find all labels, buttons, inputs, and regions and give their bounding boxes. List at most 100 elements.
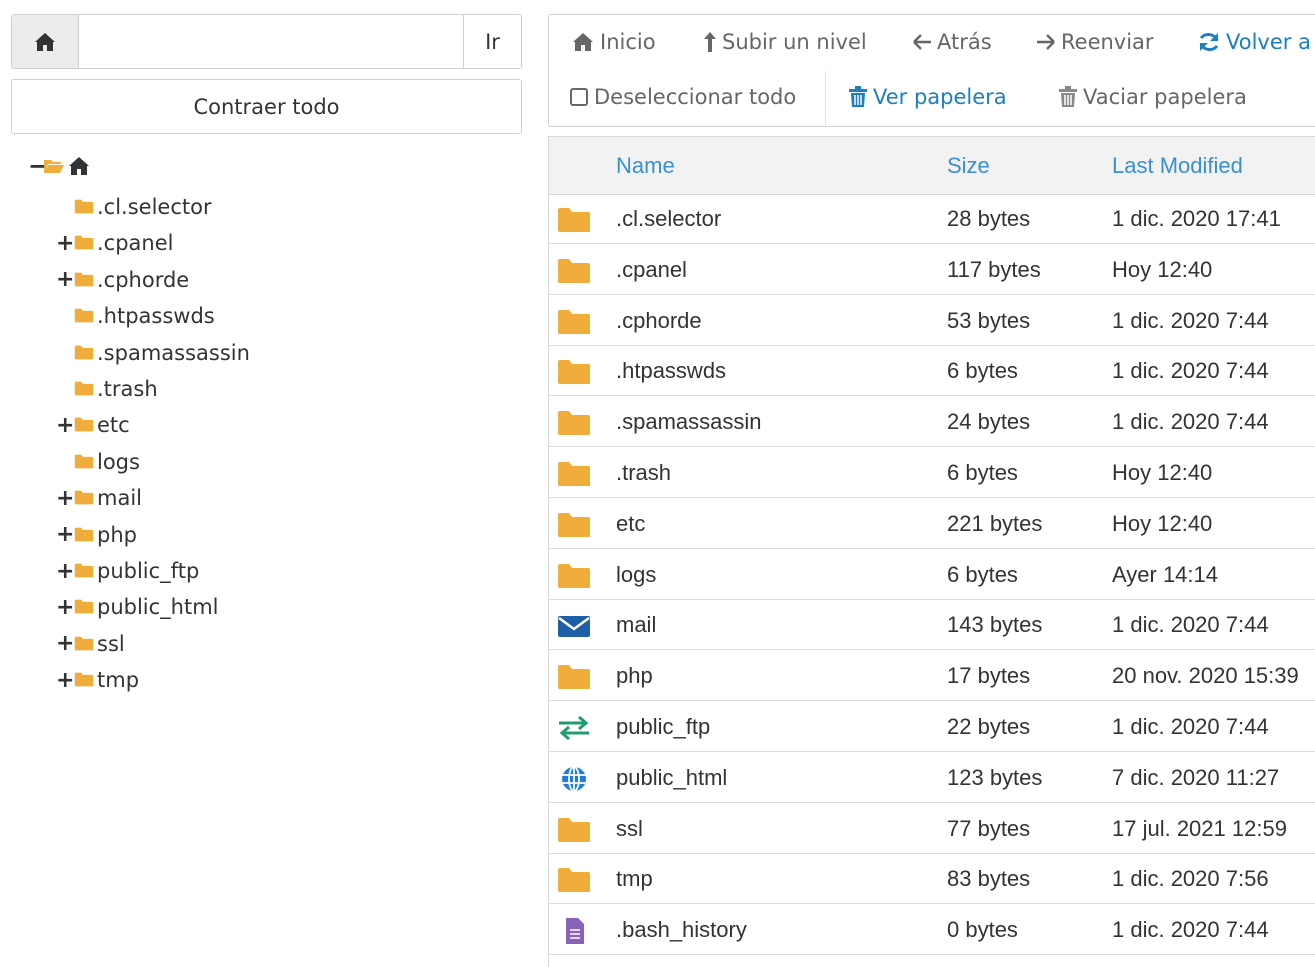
file-modified: 1 dic. 2020 7:44 (1112, 917, 1269, 943)
view-trash-button[interactable]: Ver papelera (848, 85, 1007, 109)
table-row[interactable]: ssl 77 bytes 17 jul. 2021 12:59 (549, 804, 1315, 854)
collapse-all-button[interactable]: Contraer todo (11, 79, 522, 134)
transfer-icon (557, 715, 591, 741)
expand-toggle[interactable]: + (56, 595, 74, 620)
tree-item-label: etc (97, 413, 130, 438)
table-row[interactable]: tmp 83 bytes 1 dic. 2020 7:56 (549, 854, 1315, 905)
path-input[interactable] (79, 15, 463, 68)
table-row[interactable]: mail 143 bytes 1 dic. 2020 7:44 (549, 600, 1315, 651)
file-name: php (616, 663, 653, 689)
file-name: .cl.selector (616, 206, 722, 231)
empty-trash-button[interactable]: Vaciar papelera (1058, 85, 1247, 109)
table-row[interactable]: .spamassassin 24 bytes 1 dic. 2020 7:44 (549, 397, 1315, 448)
home-button[interactable]: Inicio (571, 30, 656, 54)
tree-item-label: .htpasswds (97, 304, 215, 329)
file-size: 117 bytes (947, 256, 1041, 282)
expand-toggle[interactable]: + (56, 631, 74, 656)
tree-item[interactable]: .cl.selector (56, 190, 212, 224)
collapse-toggle[interactable]: − (28, 152, 48, 180)
folder-icon (557, 258, 591, 284)
file-modified: Ayer 14:14 (1112, 561, 1219, 587)
table-row[interactable]: .cphorde 53 bytes 1 dic. 2020 7:44 (549, 296, 1315, 346)
folder-icon (74, 523, 94, 547)
tree-item[interactable]: + etc (56, 408, 130, 442)
file-modified: 1 dic. 2020 7:56 (1112, 866, 1269, 892)
expand-toggle[interactable]: + (56, 231, 74, 256)
home-icon (69, 157, 89, 175)
tree-item-label: php (97, 522, 137, 547)
trash-icon (1059, 86, 1077, 107)
table-row[interactable]: .cpanel 117 bytes Hoy 12:40 (549, 245, 1315, 295)
file-modified: Hoy 12:40 (1112, 256, 1213, 282)
file-size: 17 bytes (947, 663, 1031, 689)
view-trash-label: Ver papelera (873, 85, 1007, 109)
tree-item-label: .spamassassin (97, 340, 250, 365)
tree-item[interactable]: + ssl (56, 627, 125, 661)
expand-toggle[interactable]: + (56, 668, 74, 693)
file-name: logs (616, 561, 657, 587)
deselect-all-button[interactable]: Deseleccionar todo (569, 85, 796, 109)
folder-icon (74, 559, 94, 583)
expand-toggle[interactable]: + (56, 559, 74, 584)
file-modified: 1 dic. 2020 7:44 (1112, 714, 1269, 739)
table-row[interactable]: logs 6 bytes Ayer 14:14 (549, 550, 1315, 600)
file-name: .trash (616, 460, 672, 485)
file-name: tmp (616, 866, 653, 892)
tree-item[interactable]: logs (56, 445, 140, 479)
file-size: 53 bytes (947, 307, 1031, 333)
up-one-level-button[interactable]: Subir un nivel (703, 30, 867, 54)
expand-toggle[interactable]: + (56, 413, 74, 438)
folder-icon (557, 512, 591, 538)
go-button[interactable]: Ir (463, 15, 521, 68)
tree-item[interactable]: + .cphorde (56, 263, 189, 297)
file-modified: 1 dic. 2020 7:44 (1112, 612, 1269, 638)
tree-item[interactable]: .trash (56, 372, 158, 406)
back-button[interactable]: Atrás (912, 30, 992, 54)
tree-item-label: .trash (97, 377, 158, 401)
folder-icon (557, 309, 591, 335)
forward-button[interactable]: Reenviar (1036, 30, 1154, 54)
expand-toggle[interactable]: + (56, 267, 74, 292)
table-row[interactable]: .trash 6 bytes Hoy 12:40 (549, 448, 1315, 498)
name-column-header[interactable]: Name (616, 153, 675, 179)
table-row[interactable]: php 17 bytes 20 nov. 2020 15:39 (549, 651, 1315, 702)
up-label: Subir un nivel (722, 30, 867, 54)
table-row[interactable]: public_html 123 bytes 7 dic. 2020 11:27 (549, 753, 1315, 803)
tree-item[interactable]: .htpasswds (56, 299, 215, 333)
expand-toggle[interactable]: + (56, 522, 74, 547)
folder-icon (74, 668, 94, 692)
table-row[interactable]: .bash_history 0 bytes 1 dic. 2020 7:44 (549, 905, 1315, 956)
tree-item[interactable]: + tmp (56, 663, 139, 697)
file-name: .cphorde (616, 307, 702, 333)
table-row[interactable]: etc 221 bytes Hoy 12:40 (549, 499, 1315, 549)
path-home-button[interactable] (12, 15, 79, 68)
table-row[interactable]: .htpasswds 6 bytes 1 dic. 2020 7:44 (549, 346, 1315, 397)
empty-trash-label: Vaciar papelera (1083, 85, 1247, 109)
tree-item[interactable]: + php (56, 518, 137, 552)
tree-item[interactable]: + public_ftp (56, 554, 199, 588)
reload-button[interactable]: Volver a (1197, 30, 1311, 54)
file-name: .spamassassin (616, 409, 762, 435)
last-modified-column-header[interactable]: Last Modified (1112, 153, 1243, 179)
tree-item[interactable]: + mail (56, 481, 142, 515)
table-row[interactable]: public_ftp 22 bytes 1 dic. 2020 7:44 (549, 702, 1315, 752)
tree-item[interactable]: + .cpanel (56, 226, 173, 260)
table-row[interactable]: .cl.selector 28 bytes 1 dic. 2020 17:41 (549, 194, 1315, 244)
folder-icon (74, 595, 94, 619)
file-size: 6 bytes (947, 358, 1018, 384)
tree-root[interactable]: − (28, 148, 90, 184)
back-label: Atrás (937, 30, 992, 54)
size-column-header[interactable]: Size (947, 153, 990, 179)
toolbar-divider (825, 71, 826, 125)
expand-toggle[interactable]: + (56, 486, 74, 511)
folder-icon (557, 359, 591, 385)
file-name: public_ftp (616, 714, 711, 739)
folder-icon (557, 461, 591, 487)
tree-item-label: .cl.selector (97, 195, 212, 219)
tree-item[interactable]: .spamassassin (56, 336, 250, 370)
file-size: 22 bytes (947, 714, 1031, 739)
file-name: public_html (616, 764, 728, 790)
folder-icon (74, 304, 94, 328)
tree-item[interactable]: + public_html (56, 590, 219, 624)
file-modified: 1 dic. 2020 7:44 (1112, 409, 1269, 435)
